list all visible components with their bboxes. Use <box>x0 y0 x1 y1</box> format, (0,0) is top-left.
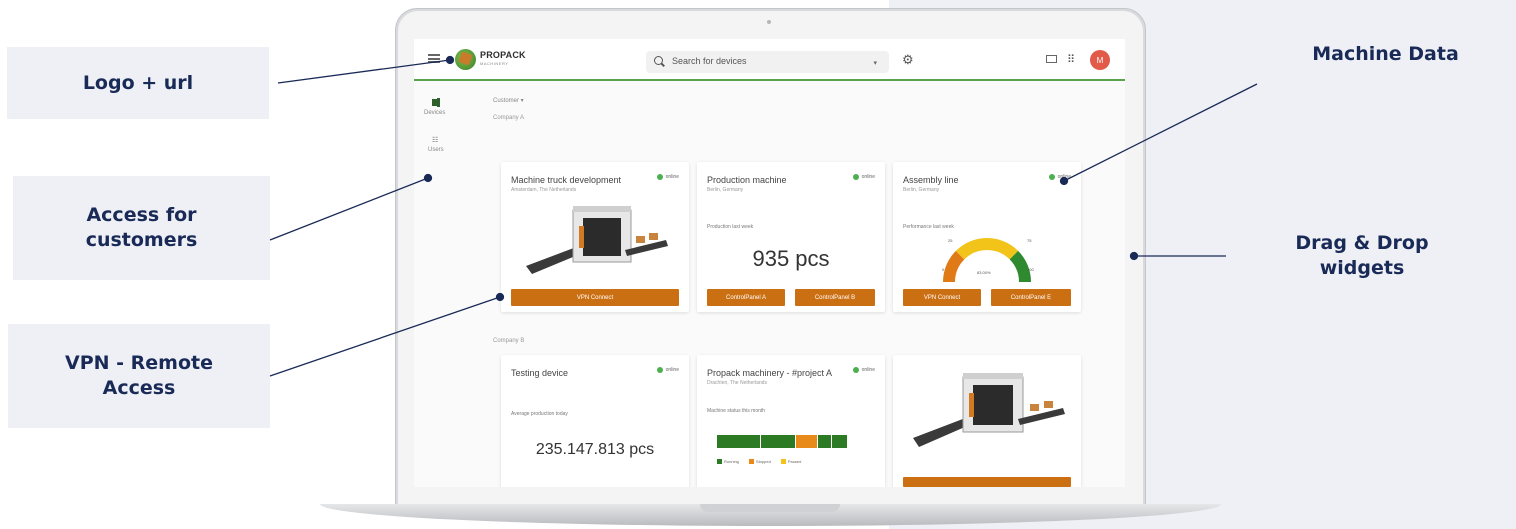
callout-leader-lines <box>269 55 1258 377</box>
